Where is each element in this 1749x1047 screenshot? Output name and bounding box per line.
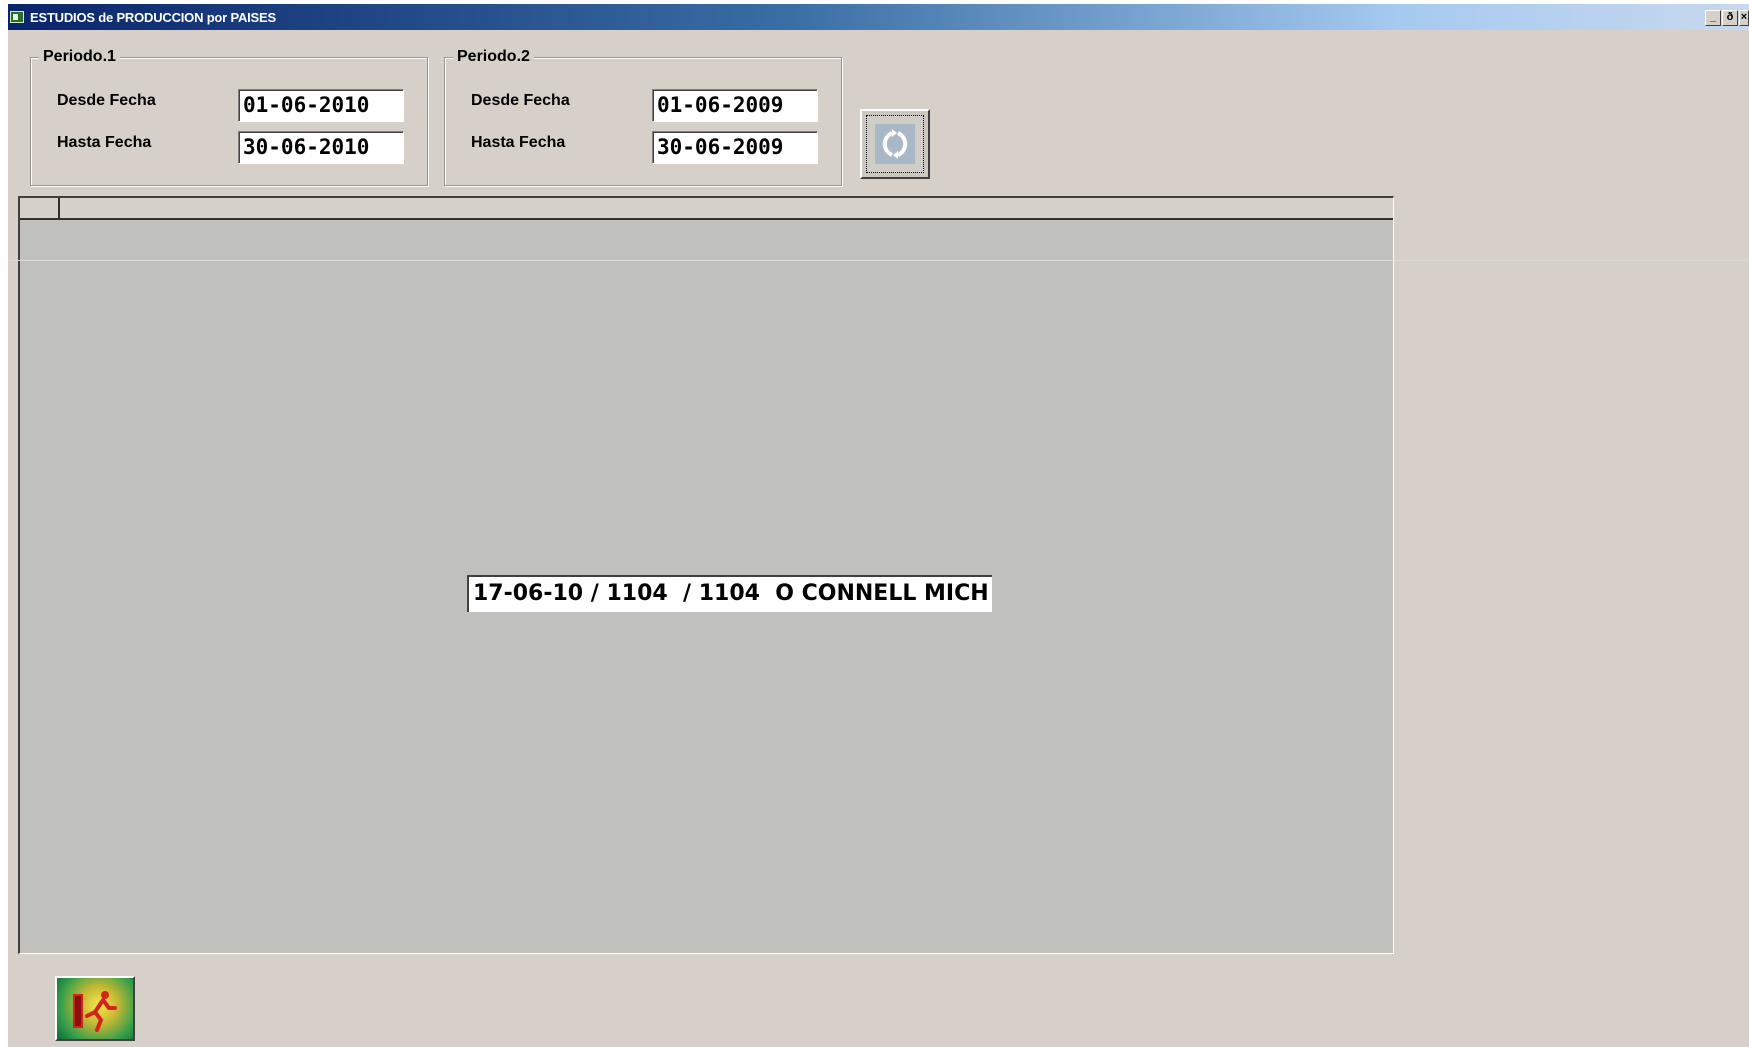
app-icon[interactable] bbox=[10, 11, 24, 23]
periodo1-hasta-field[interactable]: 30-06-2010 bbox=[238, 131, 404, 164]
periodo2-hasta-field[interactable]: 30-06-2009 bbox=[652, 131, 818, 164]
main-window: ESTUDIOS de PRODUCCION por PAISES _ ð × … bbox=[8, 4, 1749, 1047]
title-bar[interactable]: ESTUDIOS de PRODUCCION por PAISES _ ð × bbox=[8, 4, 1749, 30]
grid-header-row bbox=[20, 198, 1393, 220]
periodo2-hasta-label: Hasta Fecha bbox=[471, 134, 566, 151]
periodo1-legend: Periodo.1 bbox=[39, 48, 120, 66]
close-button[interactable]: × bbox=[1739, 10, 1749, 26]
periodo1-hasta-label: Hasta Fecha bbox=[57, 134, 152, 151]
periodo2-group: Periodo.2 Desde Fecha 01-06-2009 Hasta F… bbox=[444, 48, 842, 186]
exit-button[interactable] bbox=[55, 976, 135, 1041]
refresh-icon bbox=[875, 124, 915, 164]
periodo1-desde-label: Desde Fecha bbox=[57, 92, 156, 109]
periodo1-group: Periodo.1 Desde Fecha 01-06-2010 Hasta F… bbox=[30, 48, 428, 186]
minimize-button[interactable]: _ bbox=[1705, 10, 1721, 26]
refresh-button-focus bbox=[866, 115, 924, 173]
grid-corner-cell[interactable] bbox=[20, 198, 60, 220]
window-title: ESTUDIOS de PRODUCCION por PAISES bbox=[30, 10, 276, 25]
periodo2-desde-field[interactable]: 01-06-2009 bbox=[652, 89, 818, 122]
periodo2-desde-label: Desde Fecha bbox=[471, 92, 570, 109]
refresh-button[interactable] bbox=[860, 109, 930, 179]
horizontal-divider bbox=[8, 260, 1749, 261]
periodo1-desde-field[interactable]: 01-06-2010 bbox=[238, 89, 404, 122]
current-record-field[interactable]: 17-06-10 / 1104 / 1104 O CONNELL MICH bbox=[467, 575, 992, 612]
periodo2-legend: Periodo.2 bbox=[453, 48, 534, 66]
restore-button[interactable]: ð bbox=[1722, 10, 1738, 26]
exit-running-man-icon bbox=[73, 991, 117, 1032]
